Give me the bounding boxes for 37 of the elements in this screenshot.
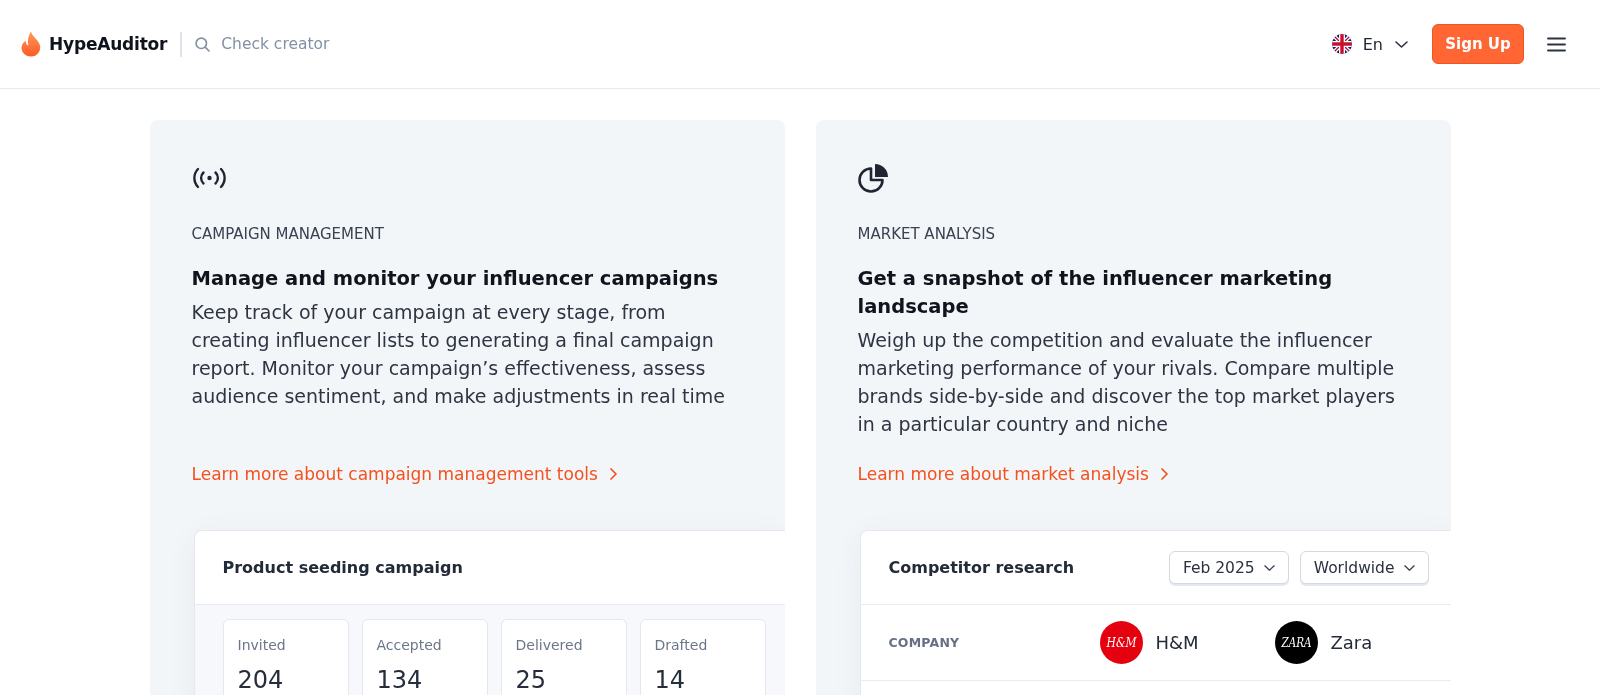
stat-label: Invited	[237, 636, 287, 655]
section-label: CAMPAIGN MANAGEMENT	[191, 224, 385, 244]
card-description: Weigh up the competition and evaluate the influencer marketing performance of your rivals. Compare multiple brands side-by-side and discover the top market players in a particular country and niche	[857, 328, 1396, 437]
stat-value: 14	[654, 665, 687, 695]
filter-dropdown[interactable]: Worldwide	[1299, 551, 1429, 584]
chevron-right-icon	[609, 468, 617, 480]
chevron-down-icon	[1395, 40, 1408, 48]
panel-title: Product seeding campaign	[222, 558, 463, 577]
card-description: Keep track of your campaign at every stage, from creating influencer lists to generating a final campaign report. Monitor your campaign’s effectiveness, assess audience sentiment, and make adjustments in real time	[191, 300, 726, 409]
stat-label: Delivered	[515, 636, 584, 655]
section-label: MARKET ANALYSIS	[857, 224, 997, 244]
flag-icon	[1331, 34, 1352, 54]
stat-value: 25	[515, 665, 548, 695]
panel-title: Competitor research	[888, 558, 1075, 577]
pie-chart-icon	[857, 162, 889, 194]
flame-icon	[20, 31, 42, 57]
stat-value: 204	[237, 665, 285, 695]
company-logo: H&M	[1099, 621, 1143, 664]
search-icon	[195, 36, 211, 52]
stat-label: Drafted	[654, 636, 709, 655]
card-heading: Get a snapshot of the influencer marketing landscape	[857, 266, 1334, 320]
broadcast-icon	[191, 167, 227, 189]
stat-value: 134	[376, 665, 424, 695]
search-field[interactable]: Check creator	[221, 33, 392, 55]
company-name: H&M	[1155, 632, 1199, 653]
company-logo: ZARA	[1274, 621, 1318, 664]
menu-icon[interactable]	[1547, 36, 1566, 52]
chevron-down-icon	[1263, 564, 1275, 571]
chevron-down-icon	[1403, 564, 1415, 571]
brand-logo-text[interactable]: HypeAuditor	[49, 34, 168, 54]
chevron-right-icon	[1160, 468, 1168, 480]
stat-label: Accepted	[376, 636, 443, 655]
filter-dropdown[interactable]: Feb 2025	[1168, 551, 1289, 584]
language-selector[interactable]: En	[1331, 34, 1408, 54]
column-header: COMPANY	[888, 635, 960, 650]
card-heading: Manage and monitor your influencer campaigns	[191, 266, 720, 292]
company-name: Zara	[1330, 632, 1373, 653]
